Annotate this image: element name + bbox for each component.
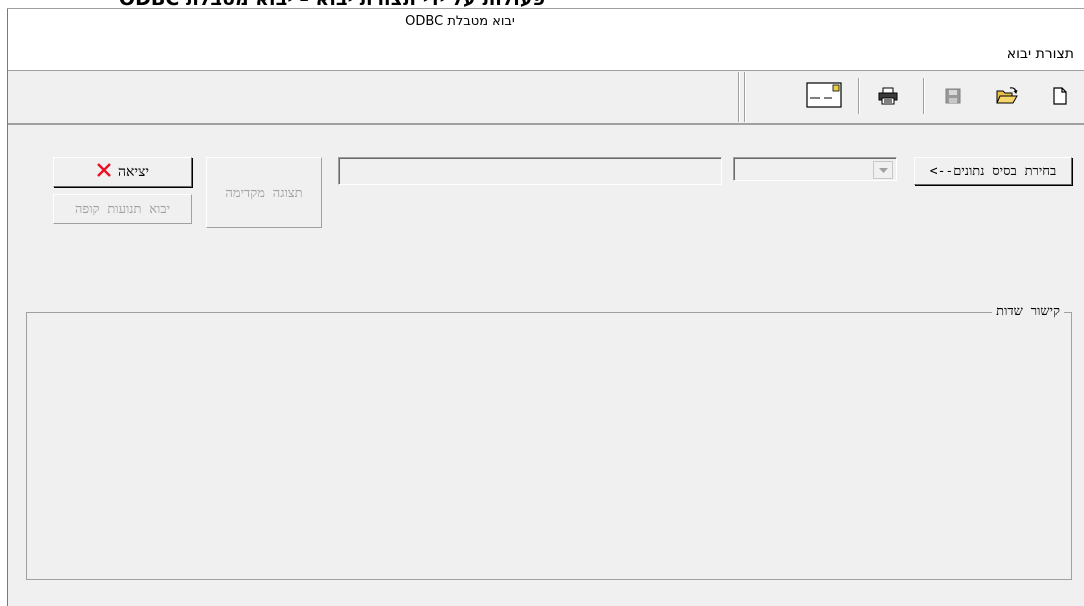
preview-button[interactable]: תצוגה מקדימה <box>206 157 322 228</box>
path-field[interactable] <box>338 157 722 185</box>
toolbar-separator <box>923 78 925 114</box>
menu-bar <box>8 42 1084 70</box>
cropped-caption: פעולות על ידי תצורת יבוא – יבוא מטבלת OD… <box>0 0 545 8</box>
print-icon[interactable] <box>874 82 902 110</box>
exit-button-label: יציאה <box>117 163 150 180</box>
card-icon[interactable] <box>806 82 842 108</box>
window-top-border <box>7 8 1084 9</box>
toolbar-separator <box>738 72 740 122</box>
field-mapping-group <box>26 312 1072 580</box>
toolbar-separator <box>858 78 860 114</box>
preview-button-label: תצוגה מקדימה <box>225 185 303 201</box>
import-transactions-button[interactable]: יבוא תנועות קופה <box>53 194 192 224</box>
import-transactions-label: יבוא תנועות קופה <box>74 202 171 217</box>
open-folder-icon[interactable] <box>993 82 1021 110</box>
menu-item-import-config[interactable]: תצורת יבוא <box>1007 46 1074 62</box>
close-x-icon <box>96 162 112 182</box>
toolbar-separator <box>744 72 746 122</box>
window-title: יבוא מטבלת ODBC <box>405 14 515 29</box>
save-disk-icon[interactable] <box>939 82 967 110</box>
dropdown-arrow-icon[interactable] <box>873 161 893 179</box>
new-document-icon[interactable] <box>1046 82 1074 110</box>
select-database-label: בחירת בסיס נתונים--> <box>929 164 1057 179</box>
field-mapping-label: קישור שדות <box>992 303 1064 319</box>
select-database-button[interactable]: בחירת בסיס נתונים--> <box>914 157 1072 185</box>
table-select[interactable] <box>733 157 897 181</box>
exit-button[interactable]: יציאה <box>53 157 192 187</box>
client-area-top-border <box>8 124 1084 125</box>
